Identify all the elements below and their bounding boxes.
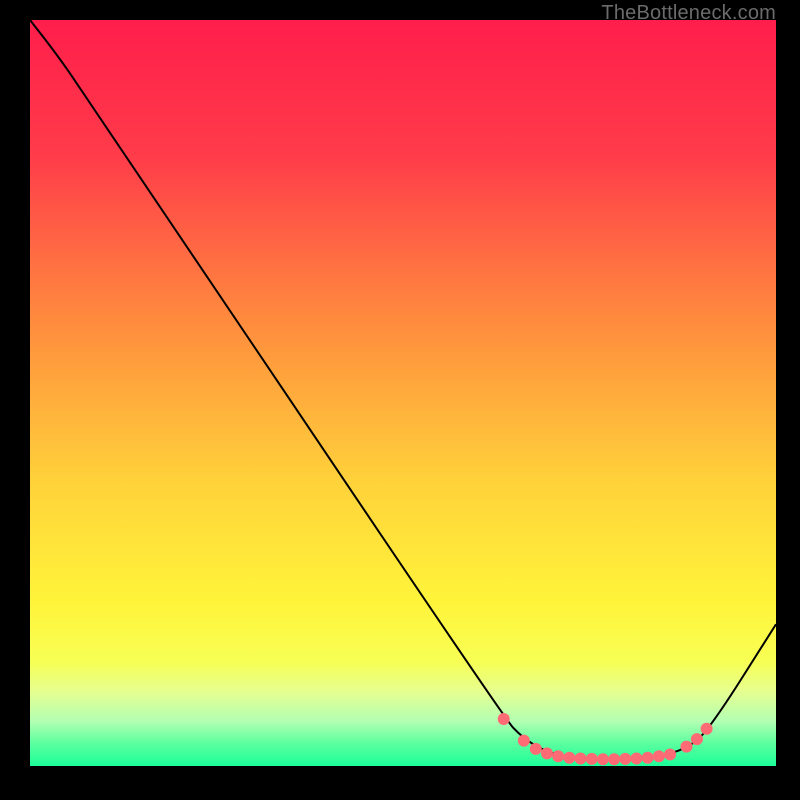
- data-marker: [642, 752, 654, 764]
- data-marker: [530, 743, 542, 755]
- data-marker: [631, 753, 643, 765]
- data-marker: [498, 713, 510, 725]
- data-marker: [664, 748, 676, 760]
- data-marker: [691, 733, 703, 745]
- bottleneck-chart: [30, 20, 776, 766]
- data-marker: [608, 753, 620, 765]
- data-marker: [653, 750, 665, 762]
- data-marker: [518, 735, 530, 747]
- data-marker: [552, 750, 564, 762]
- data-marker: [563, 752, 575, 764]
- data-marker: [575, 753, 587, 765]
- gradient-background: [30, 20, 776, 766]
- data-marker: [619, 753, 631, 765]
- chart-frame: [30, 20, 776, 766]
- data-marker: [680, 741, 692, 753]
- data-marker: [597, 753, 609, 765]
- data-marker: [586, 753, 598, 765]
- data-marker: [541, 747, 553, 759]
- data-marker: [701, 723, 713, 735]
